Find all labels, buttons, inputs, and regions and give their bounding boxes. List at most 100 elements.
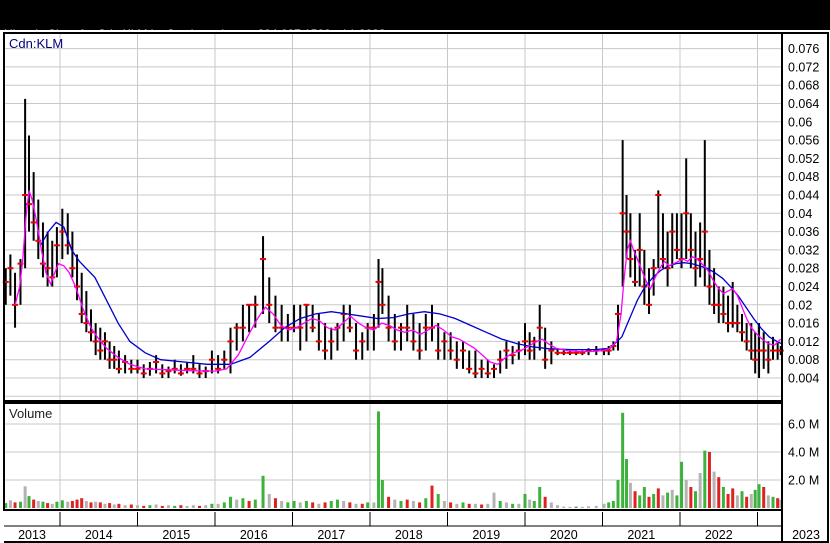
volume-bar bbox=[36, 501, 40, 508]
volume-bar bbox=[267, 494, 271, 508]
close-mark bbox=[322, 349, 329, 352]
volume-bar bbox=[735, 495, 739, 508]
price-axis-label: 0.028 bbox=[788, 262, 819, 276]
volume-bar bbox=[377, 411, 381, 508]
close-mark bbox=[416, 349, 423, 352]
volume-bar bbox=[253, 499, 257, 508]
volume-bar bbox=[753, 489, 757, 508]
close-mark bbox=[623, 230, 630, 233]
close-mark bbox=[573, 351, 580, 354]
price-axis-label: 0.04 bbox=[788, 207, 812, 221]
close-mark bbox=[765, 358, 772, 361]
year-label: 2020 bbox=[550, 528, 578, 542]
close-mark bbox=[669, 230, 676, 233]
close-mark bbox=[375, 280, 382, 283]
volume-bar bbox=[762, 487, 766, 508]
volume-bar bbox=[323, 502, 327, 508]
price-axis-label: 0.008 bbox=[788, 353, 819, 367]
price-axis-label: 0.068 bbox=[788, 79, 819, 93]
close-mark bbox=[410, 340, 417, 343]
volume-bar bbox=[80, 498, 84, 508]
volume-bar bbox=[424, 498, 428, 508]
close-mark bbox=[560, 351, 567, 354]
close-mark bbox=[398, 326, 404, 329]
close-mark bbox=[196, 372, 203, 375]
price-axis-label: 0.044 bbox=[788, 189, 819, 203]
volume-bar bbox=[117, 503, 121, 508]
volume-bar bbox=[286, 502, 290, 508]
volume-axis-label: 6.0 M bbox=[788, 418, 819, 432]
volume-bar bbox=[480, 504, 484, 508]
close-mark bbox=[111, 358, 118, 361]
price-axis-label: 0.056 bbox=[788, 134, 819, 148]
volume-bar bbox=[185, 505, 189, 508]
volume-bar bbox=[216, 503, 220, 508]
volume-bar bbox=[27, 496, 31, 508]
volume-bar bbox=[621, 412, 625, 508]
price-axis-label: 0.02 bbox=[788, 298, 812, 312]
close-mark bbox=[422, 326, 429, 329]
volume-bar bbox=[241, 498, 245, 508]
moving-averages bbox=[14, 190, 782, 372]
volume-bar bbox=[41, 501, 45, 508]
volume-bar bbox=[556, 505, 560, 508]
volume-bar bbox=[538, 487, 542, 508]
volume-bar bbox=[511, 503, 515, 508]
volume-bar bbox=[222, 502, 226, 508]
volume-bar bbox=[455, 503, 459, 508]
price-axis-label: 0.064 bbox=[788, 97, 819, 111]
close-mark bbox=[673, 248, 680, 251]
close-mark bbox=[239, 326, 246, 329]
volume-bar bbox=[298, 502, 302, 508]
volume-bar bbox=[670, 489, 674, 508]
volume-bar bbox=[461, 502, 465, 508]
close-mark bbox=[227, 340, 234, 343]
volume-bar bbox=[98, 502, 102, 508]
chart-header: Historic Chart for Cdn:KLM by Stockwatch… bbox=[0, 0, 830, 80]
volume-bar bbox=[528, 499, 532, 508]
volume-bar bbox=[198, 505, 201, 508]
price-axis-label: 0.004 bbox=[788, 372, 819, 386]
close-mark bbox=[632, 280, 639, 283]
close-mark bbox=[447, 349, 454, 352]
volume-bar bbox=[694, 491, 697, 508]
volume-bar bbox=[740, 491, 744, 508]
volume-bar bbox=[549, 502, 553, 508]
volume-bar bbox=[311, 502, 315, 508]
volume-bar bbox=[89, 502, 93, 508]
volume-bar bbox=[642, 487, 646, 508]
volume-bar bbox=[247, 501, 251, 508]
volume-bar bbox=[712, 471, 716, 508]
close-mark bbox=[260, 258, 267, 261]
close-mark bbox=[441, 340, 448, 343]
close-mark bbox=[484, 372, 491, 375]
close-mark bbox=[743, 340, 750, 343]
volume-bar bbox=[8, 500, 12, 508]
volume-bar bbox=[380, 480, 384, 508]
volume-bar bbox=[771, 496, 775, 508]
close-mark bbox=[128, 367, 135, 370]
close-mark bbox=[627, 258, 634, 261]
close-mark bbox=[272, 326, 279, 329]
price-axis-label: 0.036 bbox=[788, 225, 819, 239]
year-label: 2015 bbox=[162, 528, 190, 542]
volume-bar bbox=[726, 494, 730, 508]
volume-bar bbox=[154, 504, 158, 508]
volume-bar bbox=[32, 499, 36, 508]
close-mark bbox=[266, 303, 273, 306]
volume-bar bbox=[703, 450, 707, 508]
close-mark bbox=[619, 212, 626, 215]
close-mark bbox=[615, 312, 621, 315]
price-axis-label: 0.076 bbox=[788, 42, 819, 56]
volume-bar bbox=[776, 498, 780, 508]
volume-bar bbox=[179, 505, 183, 508]
volume-bar bbox=[129, 504, 133, 508]
volume-bar bbox=[60, 500, 64, 508]
volume-bar bbox=[235, 499, 239, 508]
close-mark bbox=[466, 367, 473, 370]
volume-bar bbox=[486, 503, 490, 508]
close-mark bbox=[460, 349, 466, 352]
close-mark bbox=[683, 212, 690, 215]
close-mark bbox=[491, 367, 497, 370]
volume-bar bbox=[602, 503, 606, 508]
